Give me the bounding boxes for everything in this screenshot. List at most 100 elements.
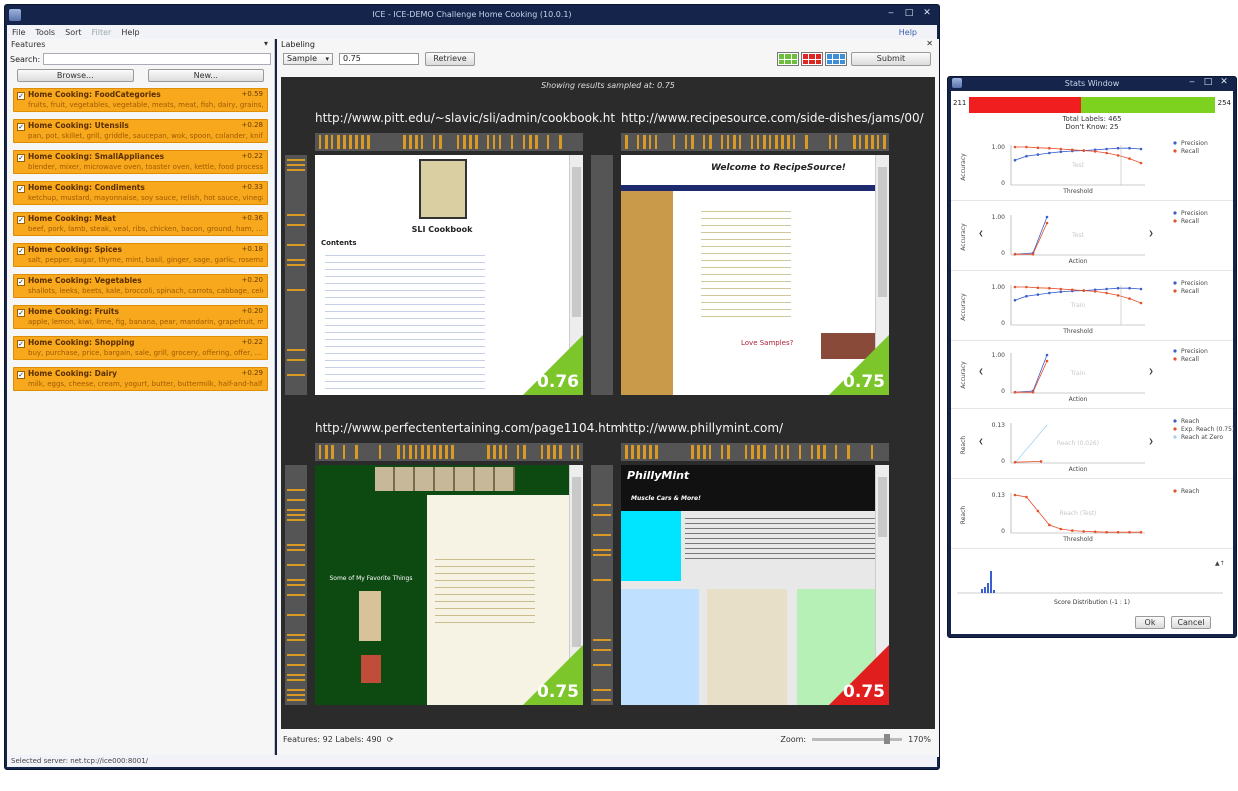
chevron-down-icon: ▾ <box>325 55 329 63</box>
close-icon[interactable]: ✕ <box>919 8 935 20</box>
feature-card[interactable]: ✓ Home Cooking: Utensils +0.28 pan, pot, sk… <box>13 119 268 143</box>
threshold-input[interactable]: 0.75 <box>339 53 419 65</box>
legend-label: Reach <box>1181 488 1200 495</box>
feature-score: +0.33 <box>241 183 263 191</box>
term-mark <box>727 135 729 149</box>
recall-line-point <box>1139 301 1143 305</box>
page-thumbnail[interactable]: Welcome to RecipeSource! Love Samples? 0… <box>621 155 889 395</box>
maximize-icon[interactable]: □ <box>1200 77 1216 89</box>
browse-button[interactable]: Browse... <box>17 69 134 82</box>
precision-line-point <box>1139 147 1143 151</box>
feature-checkbox[interactable]: ✓ <box>17 309 25 317</box>
feature-card[interactable]: ✓ Home Cooking: Meat +0.36 beef, pork, lamb… <box>13 212 268 236</box>
menu-filter[interactable]: Filter <box>87 28 117 37</box>
book-image <box>359 591 381 641</box>
refresh-icon[interactable]: ⟳ <box>384 735 394 744</box>
exp-reach-line <box>1014 461 1042 463</box>
feature-card[interactable]: ✓ Home Cooking: Condiments +0.33 ketchup, m… <box>13 181 268 205</box>
feature-card[interactable]: ✓ Home Cooking: Vegetables +0.20 shallots, … <box>13 274 268 298</box>
feature-checkbox[interactable]: ✓ <box>17 371 25 379</box>
chevron-left-icon: ❮ <box>978 438 983 445</box>
close-icon[interactable]: ✕ <box>1216 77 1232 89</box>
feature-card[interactable]: ✓ Home Cooking: FoodCategories +0.59 fruits… <box>13 88 268 112</box>
precision-line-point <box>1128 146 1131 150</box>
menu-tools[interactable]: Tools <box>30 28 60 37</box>
panel-menu-icon[interactable]: ▾ <box>264 39 268 48</box>
zoom-slider[interactable] <box>812 734 903 744</box>
chevron-right-icon: ❯ <box>1148 230 1153 237</box>
minimize-icon[interactable]: ‒ <box>1184 77 1200 89</box>
zoom-slider-thumb[interactable] <box>883 734 890 744</box>
feature-checkbox[interactable]: ✓ <box>17 340 25 348</box>
page-heading: Welcome to RecipeSource! <box>711 163 846 173</box>
mode-select[interactable]: Sample ▾ <box>283 53 333 65</box>
result-card[interactable]: http://www.phillymint.com/ PhillyMint Mu… <box>591 421 889 721</box>
help-link[interactable]: Help <box>899 28 937 37</box>
feature-actions: Browse... New... <box>7 67 274 84</box>
x-axis-label: Action <box>1069 258 1088 265</box>
feature-card[interactable]: ✓ Home Cooking: SmallAppliances +0.22 blend… <box>13 150 268 174</box>
feature-terms: buy, purchase, price, bargain, sale, gri… <box>28 349 262 357</box>
recall-line-point <box>1048 146 1051 150</box>
feature-checkbox[interactable]: ✓ <box>17 92 25 100</box>
y-axis-label: Reach <box>960 436 967 455</box>
submit-button[interactable]: Submit <box>851 52 931 66</box>
feature-card[interactable]: ✓ Home Cooking: Shopping +0.22 buy, purchas… <box>13 336 268 360</box>
chevron-right-icon: ❯ <box>1148 368 1153 375</box>
retrieve-button[interactable]: Retrieve <box>425 52 475 66</box>
ok-button[interactable]: Ok <box>1135 616 1165 629</box>
search-input[interactable] <box>43 53 271 65</box>
feature-card[interactable]: ✓ Home Cooking: Dairy +0.29 milk, eggs, che… <box>13 367 268 391</box>
term-mark <box>287 664 305 666</box>
recall-line <box>1015 222 1048 255</box>
zoom-control: Zoom: 170% <box>780 734 931 744</box>
term-mark <box>287 564 305 566</box>
x-axis-label: Action <box>1069 396 1088 403</box>
term-mark <box>691 445 694 459</box>
result-url: http://www.perfectentertaining.com/page1… <box>315 421 623 435</box>
minimize-icon[interactable]: ‒ <box>883 8 899 20</box>
feature-checkbox[interactable]: ✓ <box>17 123 25 131</box>
result-card[interactable]: http://www.perfectentertaining.com/page1… <box>285 421 622 721</box>
labeling-panel: Labeling ✕ Sample ▾ 0.75 Retrieve Submit… <box>277 39 939 757</box>
feature-checkbox[interactable]: ✓ <box>17 185 25 193</box>
menu-sort[interactable]: Sort <box>60 28 86 37</box>
grid-blue-view-icon[interactable] <box>825 52 847 66</box>
term-mark <box>529 135 532 149</box>
feature-card[interactable]: ✓ Home Cooking: Fruits +0.20 apple, lemon, … <box>13 305 268 329</box>
term-mark <box>287 694 305 696</box>
feature-checkbox[interactable]: ✓ <box>17 154 25 162</box>
term-mark <box>775 135 778 149</box>
menu-file[interactable]: File <box>7 28 30 37</box>
labeling-close-icon[interactable]: ✕ <box>926 39 933 48</box>
features-panel-header: Features ▾ <box>7 39 274 51</box>
feature-card[interactable]: ✓ Home Cooking: Spices +0.18 salt, pepper, … <box>13 243 268 267</box>
page-thumbnail[interactable]: Some of My Favorite Things 0.75 <box>315 465 583 705</box>
term-mark <box>287 594 305 596</box>
result-card[interactable]: http://www.recipesource.com/side-dishes/… <box>591 111 924 411</box>
feature-checkbox[interactable]: ✓ <box>17 278 25 286</box>
feature-checkbox[interactable]: ✓ <box>17 216 25 224</box>
features-title: Features <box>11 40 46 49</box>
y-tick-bottom: 0 <box>1001 250 1005 257</box>
term-mark <box>287 514 305 516</box>
grid-green-view-icon[interactable] <box>777 52 799 66</box>
term-mark <box>643 445 646 459</box>
new-feature-button[interactable]: New... <box>147 69 264 82</box>
page-banner <box>375 467 515 491</box>
page-thumbnail[interactable]: PhillyMint Muscle Cars & More! 0.75 <box>621 465 889 705</box>
term-mark <box>523 445 526 459</box>
status-bar: Selected server: net.tcp://ice000:8001/ <box>7 755 937 767</box>
menu-help[interactable]: Help <box>116 28 144 37</box>
page-thumbnail[interactable]: SLI Cookbook Contents 0.76 <box>315 155 583 395</box>
term-mark <box>703 445 706 459</box>
cancel-button[interactable]: Cancel <box>1171 616 1211 629</box>
stats-titlebar: Stats Window ‒ □ ✕ <box>948 77 1236 91</box>
feature-name: Home Cooking: SmallAppliances <box>28 152 165 161</box>
reach-line-point <box>1013 493 1017 497</box>
result-card[interactable]: http://www.pitt.edu/~slavic/sli/admin/co… <box>285 111 615 411</box>
grid-red-view-icon[interactable] <box>801 52 823 66</box>
term-mark <box>865 135 868 149</box>
maximize-icon[interactable]: □ <box>901 8 917 20</box>
feature-checkbox[interactable]: ✓ <box>17 247 25 255</box>
